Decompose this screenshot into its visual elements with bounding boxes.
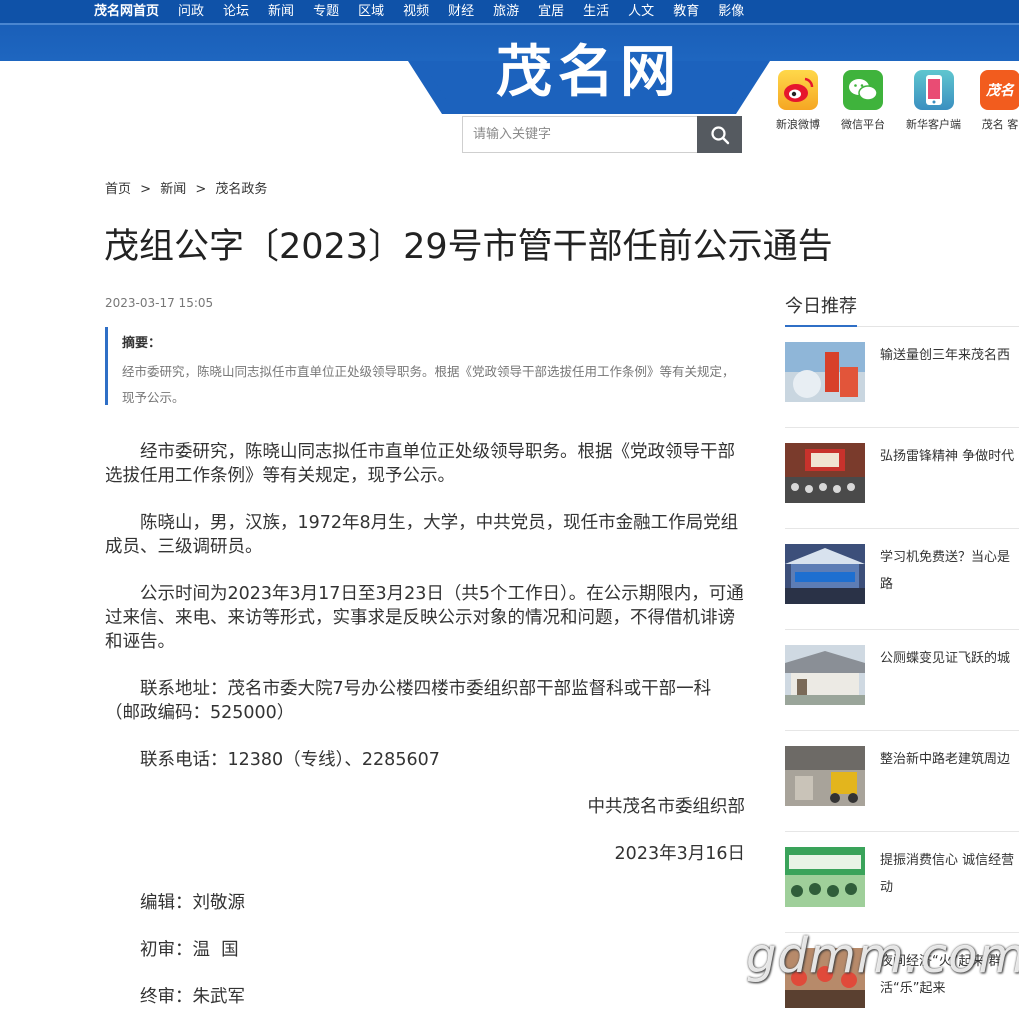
nav-wenzheng[interactable]: 问政 — [178, 4, 204, 19]
recommend-item[interactable]: 公厕蝶变见证飞跃的城 — [785, 645, 1019, 705]
news-title[interactable]: 提振消费信心 诚信经营动 — [880, 847, 1019, 907]
news-divider — [785, 528, 1019, 529]
xinhua-app-icon — [913, 70, 954, 110]
editor-credit: 编辑：刘敬源 — [140, 893, 245, 913]
recommend-item[interactable]: 整治新中路老建筑周边 — [785, 746, 1019, 806]
site-logo[interactable]: 茂名网 — [408, 38, 770, 108]
nav-home[interactable]: 茂名网首页 — [94, 4, 159, 19]
top-nav: 茂名网首页 问政 论坛 新闻 专题 区域 视频 财经 旅游 宜居 生活 人文 教… — [0, 0, 1019, 23]
reviewer-credit: 初审：温 国 — [140, 940, 239, 960]
weibo-label: 新浪微博 — [776, 118, 820, 131]
search-bar — [462, 116, 742, 153]
news-divider — [785, 831, 1019, 832]
sidebar-title-underline — [785, 325, 857, 327]
article-body: 经市委研究，陈晓山同志拟任市直单位正处级领导职务。根据《党政领导干部选拔任用工作… — [105, 440, 745, 889]
search-button[interactable] — [697, 116, 742, 153]
article-date: 2023-03-17 15:05 — [105, 296, 214, 310]
news-thumbnail[interactable] — [785, 342, 865, 402]
news-thumbnail[interactable] — [785, 746, 865, 806]
header-divider — [0, 23, 1019, 25]
article-paragraph: 联系电话：12380（专线）、2285607 — [140, 750, 440, 770]
article-credits: 编辑：刘敬源 初审：温 国 终审：朱武军 — [140, 890, 245, 1022]
news-title[interactable]: 弘扬雷锋精神 争做时代 — [880, 443, 1019, 503]
news-title[interactable]: 学习机免费送？当心是路 — [880, 544, 1019, 604]
article-signature: 中共茂名市委组织部 — [587, 797, 746, 817]
article-paragraph: 陈晓山，男，汉族，1972年8月生，大学，中共党员，现任市金融工作局党组成员、三… — [105, 513, 739, 557]
maoming-app-label: 茂名 客 — [981, 118, 1019, 131]
social-maoming-app[interactable]: 茂名 茂名 客 — [980, 70, 1019, 132]
news-title[interactable]: 整治新中路老建筑周边 — [880, 746, 1019, 806]
nav-lvyou[interactable]: 旅游 — [493, 4, 519, 19]
summary-label: 摘要： — [122, 336, 162, 351]
article-title: 茂组公字〔2023〕29号市管干部任前公示通告 — [104, 227, 833, 267]
nav-luntan[interactable]: 论坛 — [223, 4, 249, 19]
article-paragraph: 联系地址：茂名市委大院7号办公楼四楼市委组织部干部监督科或干部一科（邮政编码：5… — [105, 679, 712, 723]
news-thumbnail[interactable] — [785, 443, 865, 503]
maoming-app-icon: 茂名 — [980, 70, 1019, 110]
social-xinhua[interactable]: 新华客户端 — [906, 70, 961, 132]
search-icon — [710, 125, 729, 144]
news-divider — [785, 427, 1019, 428]
social-weibo[interactable]: 新浪微博 — [776, 70, 820, 132]
nav-shipin[interactable]: 视频 — [403, 4, 429, 19]
summary-text: 经市委研究，陈晓山同志拟任市直单位正处级领导职务。根据《党政领导干部选拔任用工作… — [122, 364, 735, 405]
news-divider — [785, 629, 1019, 630]
breadcrumb-politics[interactable]: 茂名政务 — [215, 182, 267, 197]
news-title[interactable]: 公厕蝶变见证飞跃的城 — [880, 645, 1019, 705]
breadcrumb: 首页 > 新闻 > 茂名政务 — [105, 178, 267, 197]
news-divider — [785, 730, 1019, 731]
social-wechat[interactable]: 微信平台 — [841, 70, 885, 132]
nav-renwen[interactable]: 人文 — [628, 4, 654, 19]
xinhua-label: 新华客户端 — [906, 118, 961, 131]
wechat-label: 微信平台 — [841, 118, 885, 131]
site-watermark: gdmm.com — [746, 928, 1019, 984]
sidebar-divider — [857, 326, 1019, 327]
nav-yiju[interactable]: 宜居 — [538, 4, 564, 19]
breadcrumb-separator: > — [140, 182, 152, 197]
nav-shenghuo[interactable]: 生活 — [583, 4, 609, 19]
final-reviewer-credit: 终审：朱武军 — [140, 987, 245, 1007]
search-input[interactable] — [462, 116, 697, 153]
nav-quyu[interactable]: 区域 — [358, 4, 384, 19]
article-paragraph: 公示时间为2023年3月17日至3月23日（共5个工作日）。在公示期限内，可通过… — [105, 584, 744, 652]
recommend-item[interactable]: 提振消费信心 诚信经营动 — [785, 847, 1019, 907]
nav-jiaoyu[interactable]: 教育 — [673, 4, 699, 19]
news-title[interactable]: 输送量创三年来茂名西 — [880, 342, 1019, 402]
article-sign-date: 2023年3月16日 — [614, 844, 745, 864]
sidebar-title: 今日推荐 — [785, 296, 857, 317]
wechat-icon — [843, 70, 883, 110]
nav-caijing[interactable]: 财经 — [448, 4, 474, 19]
breadcrumb-home[interactable]: 首页 — [105, 182, 131, 197]
nav-xinwen[interactable]: 新闻 — [268, 4, 294, 19]
news-thumbnail[interactable] — [785, 645, 865, 705]
recommend-item[interactable]: 输送量创三年来茂名西 — [785, 342, 1019, 402]
nav-yingxiang[interactable]: 影像 — [718, 4, 744, 19]
breadcrumb-news[interactable]: 新闻 — [160, 182, 186, 197]
article-summary: 摘要： 经市委研究，陈晓山同志拟任市直单位正处级领导职务。根据《党政领导干部选拔… — [105, 327, 745, 405]
nav-zhuanti[interactable]: 专题 — [313, 4, 339, 19]
news-thumbnail[interactable] — [785, 544, 865, 604]
article-paragraph: 经市委研究，陈晓山同志拟任市直单位正处级领导职务。根据《党政领导干部选拔任用工作… — [105, 442, 735, 486]
recommend-item[interactable]: 学习机免费送？当心是路 — [785, 544, 1019, 604]
breadcrumb-separator: > — [195, 182, 207, 197]
weibo-icon — [778, 70, 818, 110]
recommend-item[interactable]: 弘扬雷锋精神 争做时代 — [785, 443, 1019, 503]
news-thumbnail[interactable] — [785, 847, 865, 907]
